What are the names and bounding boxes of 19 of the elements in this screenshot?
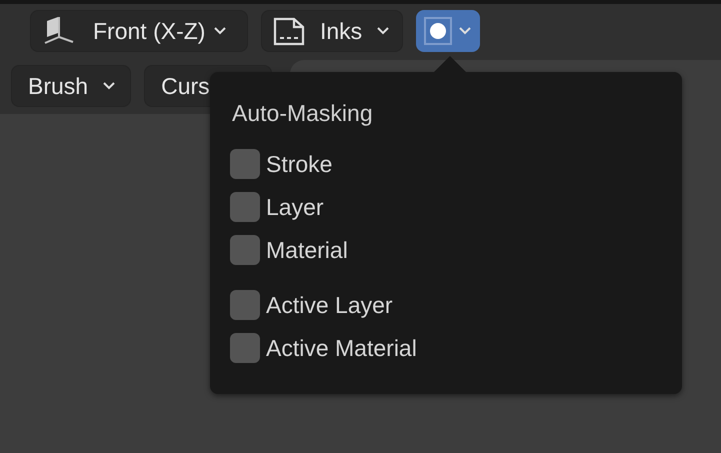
checkbox-label: Active Material — [266, 334, 417, 362]
checkbox[interactable] — [230, 149, 260, 179]
mode-dropdown-button[interactable] — [416, 10, 480, 52]
checkbox[interactable] — [230, 192, 260, 222]
view-menu[interactable]: Front (X-Z) — [30, 10, 248, 52]
checkbox[interactable] — [230, 290, 260, 320]
chevron-down-icon — [376, 26, 390, 36]
checkbox-label: Stroke — [266, 150, 332, 178]
document-icon — [272, 16, 306, 46]
chevron-down-icon — [458, 26, 472, 36]
checkbox-label: Material — [266, 236, 348, 264]
layer-menu[interactable]: Inks — [261, 10, 403, 52]
chevron-down-icon — [102, 81, 116, 91]
chevron-down-icon — [213, 26, 228, 36]
toolbar-dropdown[interactable]: Brush — [11, 65, 132, 107]
checkbox[interactable] — [230, 235, 260, 265]
checkbox-label: Active Layer — [266, 292, 393, 318]
checkbox[interactable] — [230, 333, 260, 363]
checkbox-label: Layer — [266, 194, 324, 220]
